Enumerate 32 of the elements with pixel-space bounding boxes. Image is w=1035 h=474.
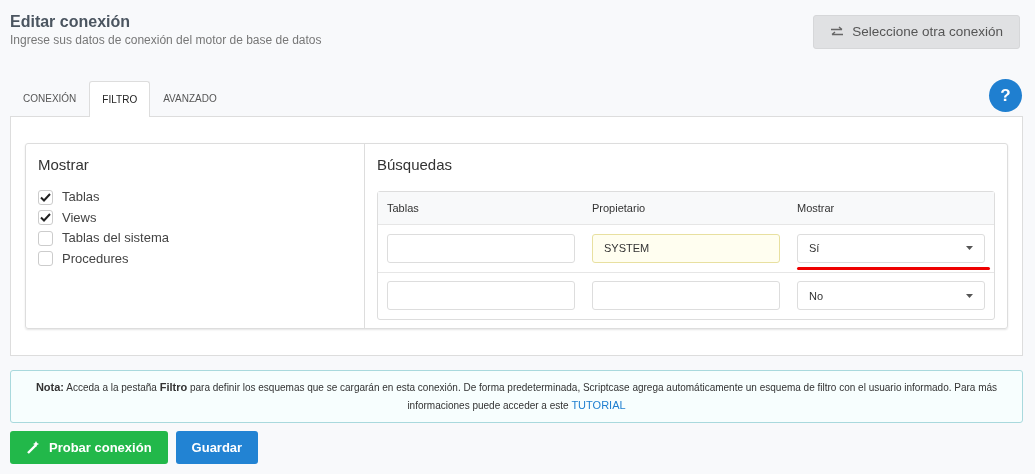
checkbox[interactable] [38,230,53,246]
column-header: Tablas [387,201,419,214]
section-heading: Búsquedas [377,155,454,176]
checkbox-label: Views [62,208,97,227]
page-title: Editar conexión [10,12,132,32]
tab[interactable]: CONEXIÓN [10,80,90,117]
section-heading: Mostrar [38,155,90,176]
checkbox-label: Procedures [62,249,129,268]
checkbox-label: Tablas [62,188,100,207]
tab[interactable]: FILTRO [89,81,151,118]
input-field[interactable] [387,281,575,311]
column-header: Propietario [592,201,646,214]
input-field[interactable] [592,281,780,311]
dropdown[interactable]: Sí [797,233,985,263]
checkbox[interactable] [38,210,53,225]
note-text: Nota: Acceda a la pestaña Filtro para definir los esquemas que se cargarán en esta conexión. De forma predeterminada, Scriptcase agrega automáticamente un esquema de filtro con el usuario informado. Para más informaciones puede acceder a este TUTORIAL [10,370,1023,424]
page-subtitle: Ingrese sus datos de conexión del motor de base de datos [10,32,322,50]
tutorial-link[interactable]: TUTORIAL [571,398,626,411]
save-button[interactable]: Guardar [175,431,259,465]
checkbox[interactable] [38,251,53,266]
help-button[interactable]: ? [989,79,1022,113]
column-header: Mostrar [797,201,835,214]
input-field[interactable] [387,233,575,263]
switch-connection-button[interactable]: Seleccione otra conexión [813,15,1020,50]
caret-icon [966,246,973,251]
checkbox-label: Tablas del sistema [62,229,169,248]
caret-icon [966,293,973,298]
dropdown[interactable]: No [797,281,985,311]
tab[interactable]: AVANZADO [150,80,230,117]
checkbox[interactable] [38,189,53,205]
magic-wand-icon [26,440,41,456]
input-field[interactable]: SYSTEM [592,233,780,263]
